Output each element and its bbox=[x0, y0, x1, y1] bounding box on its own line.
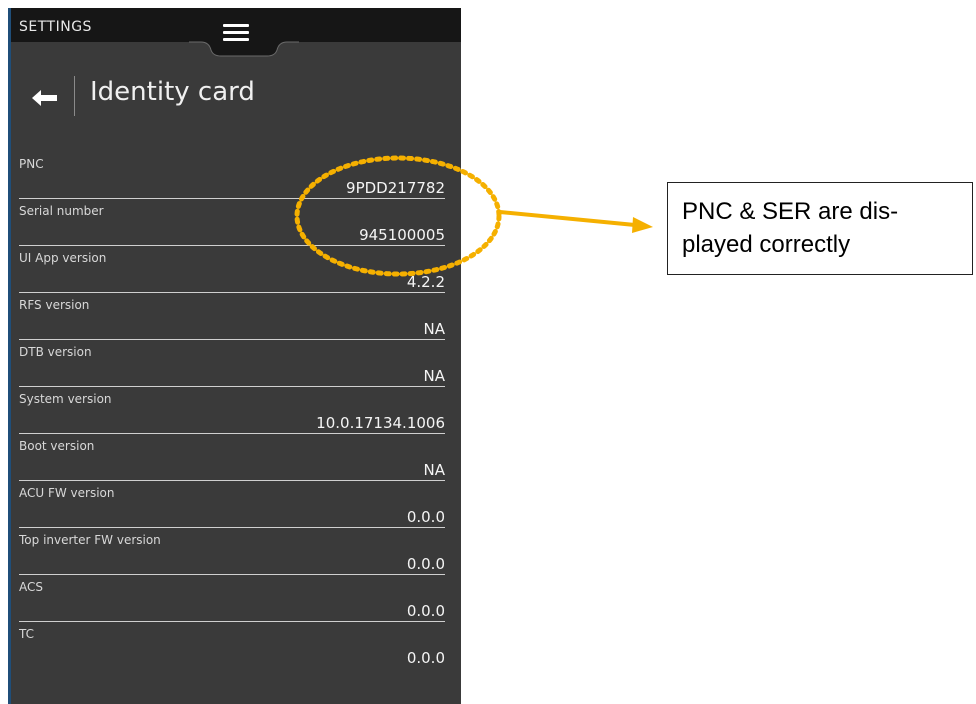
page-title: Identity card bbox=[90, 77, 255, 107]
row-label: PNC bbox=[19, 157, 44, 171]
hamburger-menu-icon[interactable] bbox=[223, 24, 249, 44]
list-item-acu-fw-version: ACU FW version 0.0.0 bbox=[11, 481, 461, 528]
settings-title: SETTINGS bbox=[19, 19, 92, 35]
row-label: Boot version bbox=[19, 439, 95, 453]
row-value: 945100005 bbox=[359, 226, 445, 244]
list-item-serial-number: Serial number 945100005 bbox=[11, 199, 461, 246]
list-item-ui-app-version: UI App version 4.2.2 bbox=[11, 246, 461, 293]
row-label: System version bbox=[19, 392, 112, 406]
row-value: NA bbox=[423, 367, 445, 385]
row-value: NA bbox=[423, 461, 445, 479]
back-button[interactable] bbox=[29, 74, 65, 114]
row-label: ACS bbox=[19, 580, 43, 594]
annotation-arrow-head bbox=[632, 217, 653, 233]
list-item-system-version: System version 10.0.17134.1006 bbox=[11, 387, 461, 434]
row-value: NA bbox=[423, 320, 445, 338]
row-value: 0.0.0 bbox=[406, 555, 445, 573]
row-label: UI App version bbox=[19, 251, 107, 265]
list-item-rfs-version: RFS version NA bbox=[11, 293, 461, 340]
row-label: TC bbox=[19, 627, 35, 641]
row-value: 9PDD217782 bbox=[346, 179, 445, 197]
screenshot-stage: SETTINGS Identity card PNC 9PDD217782 Se… bbox=[0, 0, 976, 704]
row-label: Serial number bbox=[19, 204, 104, 218]
list-item-pnc: PNC 9PDD217782 bbox=[11, 152, 461, 199]
header-divider bbox=[74, 76, 75, 116]
row-value: 10.0.17134.1006 bbox=[316, 414, 445, 432]
row-label: ACU FW version bbox=[19, 486, 115, 500]
row-label: DTB version bbox=[19, 345, 92, 359]
list-item-top-inverter-fw-version: Top inverter FW version 0.0.0 bbox=[11, 528, 461, 575]
annotation-callout: PNC & SER are dis- played correctly bbox=[667, 182, 973, 275]
annotation-arrow-shaft bbox=[499, 210, 636, 227]
callout-line-1: PNC & SER are dis- bbox=[682, 198, 899, 225]
row-value: 4.2.2 bbox=[406, 273, 445, 291]
list-item-acs: ACS 0.0.0 bbox=[11, 575, 461, 622]
settings-panel: SETTINGS Identity card PNC 9PDD217782 Se… bbox=[8, 8, 461, 704]
row-value: 0.0.0 bbox=[406, 508, 445, 526]
identity-list: PNC 9PDD217782 Serial number 945100005 U… bbox=[11, 152, 461, 669]
row-label: Top inverter FW version bbox=[19, 533, 161, 547]
row-label: RFS version bbox=[19, 298, 90, 312]
list-item-tc: TC 0.0.0 bbox=[11, 622, 461, 669]
page-header: Identity card bbox=[11, 68, 461, 124]
arrow-left-icon bbox=[32, 90, 57, 106]
callout-line-2: played correctly bbox=[682, 231, 851, 258]
list-item-dtb-version: DTB version NA bbox=[11, 340, 461, 387]
row-value: 0.0.0 bbox=[406, 649, 445, 667]
row-value: 0.0.0 bbox=[406, 602, 445, 620]
list-item-boot-version: Boot version NA bbox=[11, 434, 461, 481]
